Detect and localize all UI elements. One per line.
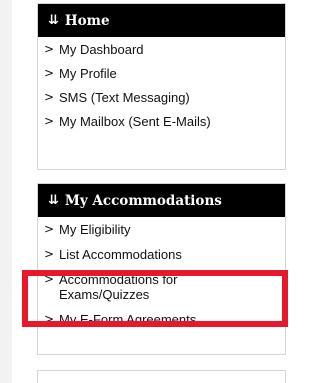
- menu-item-my-mailbox[interactable]: > My Mailbox (Sent E-Mails): [38, 114, 285, 139]
- left-gutter: [0, 0, 12, 383]
- menu-item-label: List Accommodations: [59, 247, 182, 262]
- next-menu-panel: [37, 370, 286, 383]
- accommodations-menu-list: > My Eligibility > List Accommodations >…: [38, 217, 285, 338]
- chevron-right-icon: >: [44, 312, 55, 326]
- home-menu-panel: ⇊ Home > My Dashboard > My Profile > SMS…: [37, 3, 286, 170]
- chevron-right-icon: >: [44, 66, 55, 80]
- menu-item-label: My Profile: [59, 66, 117, 81]
- chevron-right-icon: >: [44, 90, 55, 104]
- menu-item-label: My Mailbox (Sent E-Mails): [59, 114, 211, 129]
- home-menu-title: Home: [64, 12, 110, 29]
- menu-item-accommodations-for-exams-quizzes[interactable]: > Accommodations for Exams/Quizzes: [38, 272, 285, 313]
- menu-item-my-e-form-agreements[interactable]: > My E-Form Agreements: [38, 312, 285, 338]
- menu-item-sms[interactable]: > SMS (Text Messaging): [38, 90, 285, 115]
- menu-item-label: My Eligibility: [59, 222, 131, 237]
- double-chevron-down-icon: ⇊: [48, 193, 59, 208]
- menu-item-label: My E-Form Agreements: [59, 312, 197, 327]
- chevron-right-icon: >: [44, 114, 55, 128]
- chevron-right-icon: >: [44, 272, 55, 286]
- menu-item-my-profile[interactable]: > My Profile: [38, 66, 285, 91]
- chevron-right-icon: >: [44, 222, 55, 236]
- home-menu-header[interactable]: ⇊ Home: [38, 4, 285, 37]
- menu-item-my-eligibility[interactable]: > My Eligibility: [38, 222, 285, 248]
- double-chevron-down-icon: ⇊: [48, 13, 59, 28]
- menu-item-label: Accommodations for Exams/Quizzes: [59, 272, 178, 302]
- menu-item-list-accommodations[interactable]: > List Accommodations: [38, 247, 285, 273]
- chevron-right-icon: >: [44, 42, 55, 56]
- home-menu-list: > My Dashboard > My Profile > SMS (Text …: [38, 37, 285, 139]
- menu-item-label: SMS (Text Messaging): [59, 90, 190, 105]
- accommodations-menu-title: My Accommodations: [64, 192, 222, 209]
- accommodations-menu-header[interactable]: ⇊ My Accommodations: [38, 184, 285, 217]
- chevron-right-icon: >: [44, 247, 55, 261]
- menu-item-label: My Dashboard: [59, 42, 144, 57]
- accommodations-menu-panel: ⇊ My Accommodations > My Eligibility > L…: [37, 183, 286, 355]
- menu-item-my-dashboard[interactable]: > My Dashboard: [38, 42, 285, 67]
